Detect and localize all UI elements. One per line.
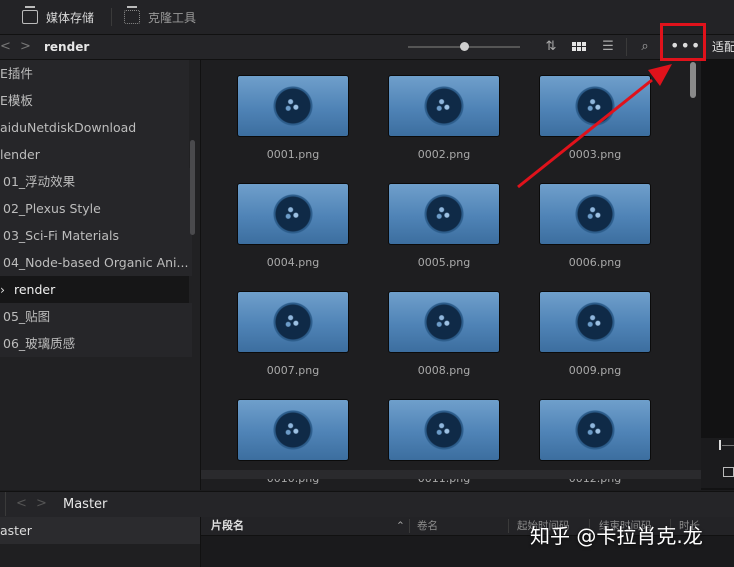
watermark: 知乎 @卡拉肖克.龙 bbox=[530, 524, 703, 548]
chevron-right-icon[interactable]: › bbox=[0, 276, 14, 303]
bin-divider bbox=[0, 492, 6, 516]
folder-tree: E插件 E模板 aiduNetdiskDownload lender 01_浮动… bbox=[0, 60, 201, 490]
media-storage-icon bbox=[22, 6, 38, 24]
tree-item[interactable]: 01_浮动效果 bbox=[0, 168, 192, 195]
column-divider bbox=[409, 519, 410, 533]
tree-item[interactable]: 05_贴图 bbox=[0, 303, 192, 330]
bin-back-button[interactable]: < bbox=[16, 492, 27, 516]
tree-item[interactable]: E插件 bbox=[0, 60, 189, 87]
bin-item-master[interactable]: aster bbox=[0, 517, 200, 544]
tree-item[interactable]: 06_玻璃质感 bbox=[0, 330, 192, 357]
clip-thumbnail[interactable] bbox=[539, 291, 651, 353]
column-clip-name[interactable]: 片段名 bbox=[211, 517, 244, 535]
tree-item-label: E插件 bbox=[0, 66, 33, 81]
clip-thumbnail[interactable] bbox=[237, 399, 349, 461]
back-button[interactable]: < bbox=[0, 35, 11, 59]
tree-item[interactable]: E模板 bbox=[0, 87, 189, 114]
tree-item-label: aiduNetdiskDownload bbox=[0, 120, 137, 135]
clip-name: 0003.png bbox=[568, 148, 622, 161]
forward-button[interactable]: > bbox=[20, 35, 31, 59]
tree-item-label: 05_贴图 bbox=[3, 309, 51, 324]
tree-item[interactable]: aiduNetdiskDownload bbox=[0, 114, 189, 141]
clip-thumbnail[interactable] bbox=[388, 75, 500, 137]
bin-title: Master bbox=[63, 497, 108, 512]
fit-label[interactable]: 适配 bbox=[712, 35, 734, 59]
bin-bar bbox=[0, 491, 734, 518]
path-bar bbox=[0, 35, 734, 60]
tree-item-label: 01_浮动效果 bbox=[3, 174, 76, 189]
clip-thumbnail[interactable] bbox=[388, 399, 500, 461]
bin-item-label: aster bbox=[0, 523, 32, 538]
search-icon[interactable]: ⌕ bbox=[635, 38, 655, 56]
tab-media-storage[interactable]: 媒体存储 bbox=[22, 0, 94, 34]
clip-thumbnail[interactable] bbox=[237, 291, 349, 353]
tree-item[interactable]: lender bbox=[0, 141, 189, 168]
bin-forward-button[interactable]: > bbox=[36, 492, 47, 516]
tree-item-label: lender bbox=[0, 147, 40, 162]
column-divider bbox=[508, 519, 509, 533]
sort-up-icon[interactable]: ⌃ bbox=[396, 517, 405, 535]
clip-name: 0008.png bbox=[417, 364, 471, 377]
tree-item-label: 04_Node-based Organic Ani... bbox=[3, 255, 189, 270]
tree-item-label: render bbox=[14, 282, 56, 297]
tree-item[interactable]: 02_Plexus Style bbox=[0, 195, 192, 222]
tab-divider bbox=[111, 8, 112, 26]
tree-scrollbar[interactable] bbox=[190, 140, 195, 235]
clip-name: 0001.png bbox=[266, 148, 320, 161]
viewer-frame-icon[interactable] bbox=[723, 467, 734, 477]
clip-name: 0006.png bbox=[568, 256, 622, 269]
column-reel-name[interactable]: 卷名 bbox=[417, 517, 438, 535]
clip-thumbnail[interactable] bbox=[539, 75, 651, 137]
tree-item-selected[interactable]: › render bbox=[0, 276, 189, 303]
current-path: render bbox=[44, 40, 90, 54]
tab-clone-tool-label: 克隆工具 bbox=[148, 10, 197, 25]
clip-name: 0007.png bbox=[266, 364, 320, 377]
tab-clone-tool[interactable]: 克隆工具 bbox=[124, 0, 196, 34]
clip-thumbnail[interactable] bbox=[237, 183, 349, 245]
grid-view-icon[interactable] bbox=[572, 42, 586, 51]
clone-tool-icon bbox=[124, 6, 140, 24]
playhead-marker[interactable] bbox=[719, 440, 721, 450]
clip-name: 0005.png bbox=[417, 256, 471, 269]
clip-thumbnail[interactable] bbox=[388, 291, 500, 353]
grid-horizontal-scrollbar[interactable] bbox=[201, 470, 701, 479]
tree-item-label: 06_玻璃质感 bbox=[3, 336, 76, 351]
toolbar-divider bbox=[626, 38, 627, 56]
clip-thumbnail[interactable] bbox=[237, 75, 349, 137]
sort-icon[interactable]: ⇅ bbox=[541, 38, 561, 56]
tree-item[interactable]: 03_Sci-Fi Materials bbox=[0, 222, 192, 249]
list-view-icon[interactable]: ☰ bbox=[598, 38, 618, 56]
media-grid: 0001.png 0002.png 0003.png 0004.png 0005… bbox=[201, 60, 701, 490]
clip-thumbnail[interactable] bbox=[388, 183, 500, 245]
tree-item-label: 02_Plexus Style bbox=[3, 201, 101, 216]
tree-item[interactable]: 04_Node-based Organic Ani... bbox=[0, 249, 192, 276]
clip-name: 0002.png bbox=[417, 148, 471, 161]
clip-name: 0004.png bbox=[266, 256, 320, 269]
tree-item-label: E模板 bbox=[0, 93, 33, 108]
viewer-panel bbox=[701, 60, 734, 490]
grid-scrollbar[interactable] bbox=[690, 62, 696, 98]
tree-item-label: 03_Sci-Fi Materials bbox=[3, 228, 119, 243]
tab-media-storage-label: 媒体存储 bbox=[46, 10, 95, 25]
clip-name: 0009.png bbox=[568, 364, 622, 377]
slider-handle[interactable] bbox=[460, 42, 469, 51]
scrub-line bbox=[722, 445, 734, 446]
clip-thumbnail[interactable] bbox=[539, 399, 651, 461]
highlight-box bbox=[660, 23, 706, 61]
clip-thumbnail[interactable] bbox=[539, 183, 651, 245]
